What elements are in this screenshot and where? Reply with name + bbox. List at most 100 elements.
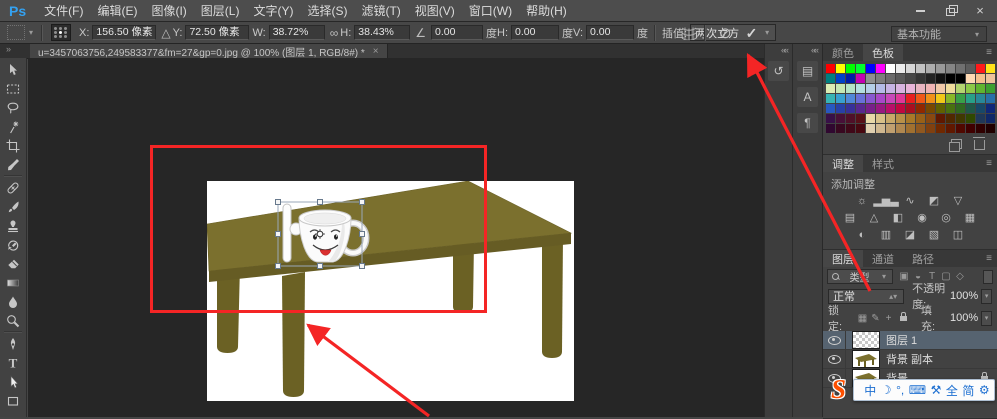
- layer-filter-toggle[interactable]: [983, 270, 993, 284]
- color-swatch[interactable]: [826, 64, 835, 73]
- ime-toolbox-icon[interactable]: ⚒: [931, 383, 942, 397]
- lock-move-icon[interactable]: +: [883, 313, 894, 324]
- color-swatch[interactable]: [936, 74, 945, 83]
- color-swatch[interactable]: [826, 124, 835, 133]
- commit-transform-button[interactable]: ✓: [746, 25, 758, 42]
- color-swatch[interactable]: [946, 104, 955, 113]
- y-input[interactable]: 72.50 像素: [185, 25, 249, 40]
- color-swatch[interactable]: [846, 64, 855, 73]
- color-swatch[interactable]: [826, 94, 835, 103]
- color-swatch[interactable]: [916, 64, 925, 73]
- filter-pixel-layers-icon[interactable]: ▣: [898, 271, 910, 282]
- color-swatch[interactable]: [956, 84, 965, 93]
- ime-fullwidth[interactable]: 全: [946, 382, 958, 399]
- menu-item[interactable]: 窗口(W): [462, 2, 519, 19]
- color-swatch[interactable]: [936, 94, 945, 103]
- visibility-cell[interactable]: [823, 350, 846, 368]
- paragraph-panel-icon[interactable]: ¶: [797, 113, 818, 133]
- color-swatch[interactable]: [886, 104, 895, 113]
- color-swatch[interactable]: [886, 74, 895, 83]
- color-swatch[interactable]: [886, 84, 895, 93]
- color-swatch[interactable]: [956, 114, 965, 123]
- angle-input[interactable]: 0.00: [431, 25, 483, 40]
- color-swatch[interactable]: [976, 114, 985, 123]
- color-swatch[interactable]: [856, 124, 865, 133]
- color-swatch[interactable]: [956, 94, 965, 103]
- color-swatch[interactable]: [836, 74, 845, 83]
- eye-icon[interactable]: [828, 336, 841, 345]
- color-swatch[interactable]: [966, 74, 975, 83]
- selective-color-icon[interactable]: ◫: [950, 229, 966, 242]
- color-swatch[interactable]: [866, 104, 875, 113]
- color-swatch[interactable]: [986, 124, 995, 133]
- lock-all-icon[interactable]: [900, 316, 907, 321]
- color-swatch[interactable]: [876, 114, 885, 123]
- menu-item[interactable]: 滤镜(T): [354, 2, 407, 19]
- color-swatch[interactable]: [946, 94, 955, 103]
- color-balance-icon[interactable]: △: [866, 212, 882, 225]
- tool-preset-icon[interactable]: [7, 25, 25, 40]
- chevron-down-icon[interactable]: ▾: [29, 28, 33, 37]
- color-swatch[interactable]: [926, 114, 935, 123]
- color-swatch[interactable]: [866, 64, 875, 73]
- lock-paint-icon[interactable]: ✎: [870, 313, 881, 324]
- color-swatch[interactable]: [856, 64, 865, 73]
- tab-paths[interactable]: 路径: [903, 250, 943, 267]
- color-swatch[interactable]: [906, 74, 915, 83]
- lock-transparent-icon[interactable]: ▦: [857, 313, 868, 324]
- color-swatch[interactable]: [856, 114, 865, 123]
- panel-menu-icon[interactable]: ≡: [986, 158, 992, 169]
- color-swatch[interactable]: [886, 124, 895, 133]
- color-swatch[interactable]: [856, 74, 865, 83]
- tab-adjustments[interactable]: 调整: [823, 155, 863, 172]
- color-swatch[interactable]: [936, 124, 945, 133]
- color-swatch[interactable]: [876, 74, 885, 83]
- gradient-map-icon[interactable]: ▧: [926, 229, 942, 242]
- color-swatch[interactable]: [976, 124, 985, 133]
- color-swatch[interactable]: [846, 84, 855, 93]
- tab-layers[interactable]: 图层: [823, 250, 863, 267]
- close-button[interactable]: ×: [965, 2, 995, 20]
- color-swatch[interactable]: [886, 64, 895, 73]
- color-swatch[interactable]: [976, 74, 985, 83]
- menu-item[interactable]: 文字(Y): [246, 2, 300, 19]
- clone-stamp-tool[interactable]: [2, 216, 24, 235]
- color-swatch[interactable]: [836, 104, 845, 113]
- black-white-icon[interactable]: ◧: [890, 212, 906, 225]
- color-swatch[interactable]: [926, 84, 935, 93]
- color-swatch[interactable]: [826, 114, 835, 123]
- color-swatch[interactable]: [926, 64, 935, 73]
- ime-chinese-mode[interactable]: 中: [864, 382, 876, 399]
- workspace-switcher[interactable]: 基本功能 ▾: [891, 26, 987, 42]
- blur-tool[interactable]: [2, 292, 24, 311]
- color-swatch[interactable]: [946, 124, 955, 133]
- lasso-tool[interactable]: [2, 98, 24, 117]
- color-swatch[interactable]: [876, 84, 885, 93]
- color-swatch[interactable]: [896, 104, 905, 113]
- color-swatch[interactable]: [876, 64, 885, 73]
- menu-item[interactable]: 文件(F): [37, 2, 90, 19]
- threshold-icon[interactable]: ◪: [902, 229, 918, 242]
- color-swatch[interactable]: [956, 104, 965, 113]
- crop-tool[interactable]: [2, 136, 24, 155]
- dodge-tool[interactable]: [2, 311, 24, 330]
- color-swatch[interactable]: [896, 124, 905, 133]
- color-swatch[interactable]: [936, 84, 945, 93]
- color-swatch[interactable]: [966, 94, 975, 103]
- color-swatch[interactable]: [926, 74, 935, 83]
- height-input[interactable]: 38.43%: [354, 25, 410, 40]
- character-panel-icon[interactable]: A: [797, 87, 818, 107]
- color-swatch[interactable]: [866, 114, 875, 123]
- invert-icon[interactable]: ◐: [854, 229, 870, 242]
- color-swatch[interactable]: [896, 84, 905, 93]
- color-swatch[interactable]: [986, 84, 995, 93]
- color-swatch[interactable]: [846, 74, 855, 83]
- color-swatch[interactable]: [866, 74, 875, 83]
- color-swatch[interactable]: [896, 64, 905, 73]
- color-swatch[interactable]: [976, 64, 985, 73]
- pen-tool[interactable]: [2, 334, 24, 353]
- color-swatch[interactable]: [866, 84, 875, 93]
- healing-brush-tool[interactable]: [2, 178, 24, 197]
- chevron-down-icon[interactable]: ▾: [981, 289, 992, 304]
- color-swatch[interactable]: [906, 94, 915, 103]
